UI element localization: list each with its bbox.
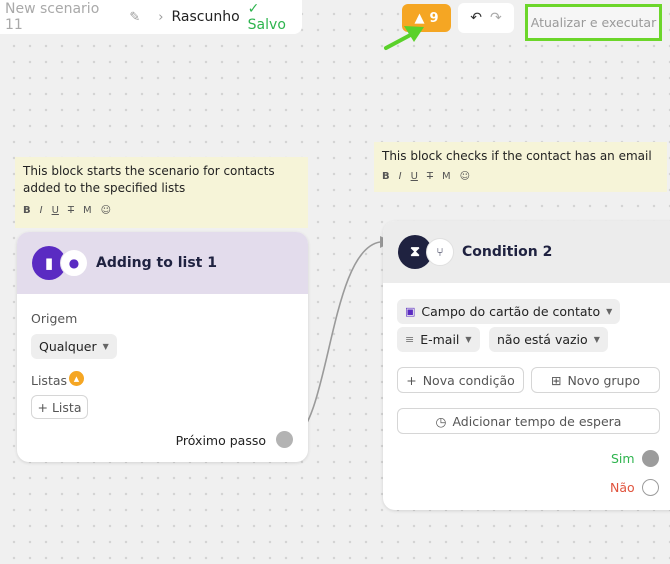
origin-select[interactable]: Qualquer ▼ <box>31 334 117 359</box>
bold-button[interactable]: B <box>23 202 31 219</box>
note-format-toolbar: B I U T M ☺ <box>23 202 300 219</box>
condition-card-header: ⧗ ⑂ Condition 2 <box>383 221 670 283</box>
text-field-icon: ≡ <box>405 333 415 346</box>
attribute-select[interactable]: ≡ E-mail ▼ <box>397 327 480 352</box>
condition-card[interactable]: ⧗ ⑂ Condition 2 ▣ Campo do cartão de con… <box>383 221 670 510</box>
contact-icon: ● <box>60 249 88 277</box>
emoji-icon[interactable]: ☺ <box>460 168 470 185</box>
monospace-button[interactable]: M <box>442 168 451 185</box>
lists-label: Listas <box>31 373 68 388</box>
new-group-label: Novo grupo <box>567 372 641 388</box>
add-wait-time-button[interactable]: ◷ Adicionar tempo de espera <box>397 408 660 434</box>
strikethrough-button[interactable]: T <box>427 168 433 185</box>
monospace-button[interactable]: M <box>83 202 92 219</box>
emoji-icon[interactable]: ☺ <box>101 202 111 219</box>
note-format-toolbar: B I U T M ☺ <box>382 168 659 185</box>
origin-value: Qualquer <box>39 339 97 354</box>
add-list-button[interactable]: + Lista <box>31 395 88 419</box>
no-branch-port[interactable] <box>642 479 659 496</box>
bold-button[interactable]: B <box>382 168 390 185</box>
contact-field-value: Campo do cartão de contato <box>421 304 601 319</box>
trigger-note[interactable]: This block starts the scenario for conta… <box>15 157 308 228</box>
strikethrough-button[interactable]: T <box>68 202 74 219</box>
operator-select[interactable]: não está vazio ▼ <box>489 327 608 352</box>
plus-icon: + <box>406 372 417 388</box>
trigger-card-title: Adding to list 1 <box>96 255 217 271</box>
new-group-button[interactable]: ⊞ Novo grupo <box>531 367 660 393</box>
caret-down-icon: ▼ <box>606 307 613 316</box>
trigger-card[interactable]: ▮ ● Adding to list 1 Origem Qualquer ▼ L… <box>17 232 308 462</box>
attribute-value: E-mail <box>420 332 460 347</box>
underline-button[interactable]: U <box>52 202 59 219</box>
italic-button[interactable]: I <box>40 202 43 219</box>
add-group-icon: ⊞ <box>550 372 562 388</box>
new-condition-button[interactable]: + Nova condição <box>397 367 524 393</box>
next-step-label: Próximo passo <box>175 433 266 448</box>
contact-field-select[interactable]: ▣ Campo do cartão de contato ▼ <box>397 299 621 324</box>
italic-button[interactable]: I <box>399 168 402 185</box>
origin-label: Origem <box>31 311 78 326</box>
trigger-card-header: ▮ ● Adding to list 1 <box>17 232 308 294</box>
lists-warning-icon[interactable]: ▲ <box>69 371 84 386</box>
next-step-port[interactable] <box>276 431 293 448</box>
yes-branch-label: Sim <box>611 451 635 466</box>
annotation-arrowhead-top <box>404 26 424 42</box>
caret-down-icon: ▼ <box>593 335 600 344</box>
branch-icon: ⑂ <box>426 238 454 266</box>
condition-note-text: This block checks if the contact has an … <box>382 149 652 163</box>
contact-card-icon: ▣ <box>405 305 416 318</box>
no-branch-label: Não <box>610 480 635 495</box>
caret-down-icon: ▼ <box>102 342 109 351</box>
new-condition-label: Nova condição <box>422 372 515 388</box>
clock-icon: ◷ <box>435 413 447 429</box>
yes-branch-port[interactable] <box>642 450 659 467</box>
caret-down-icon: ▼ <box>465 335 472 344</box>
wait-time-label: Adicionar tempo de espera <box>452 413 622 429</box>
condition-card-title: Condition 2 <box>462 244 553 260</box>
operator-value: não está vazio <box>497 332 588 347</box>
trigger-note-text: This block starts the scenario for conta… <box>23 164 275 195</box>
condition-note[interactable]: This block checks if the contact has an … <box>374 142 667 192</box>
underline-button[interactable]: U <box>411 168 418 185</box>
